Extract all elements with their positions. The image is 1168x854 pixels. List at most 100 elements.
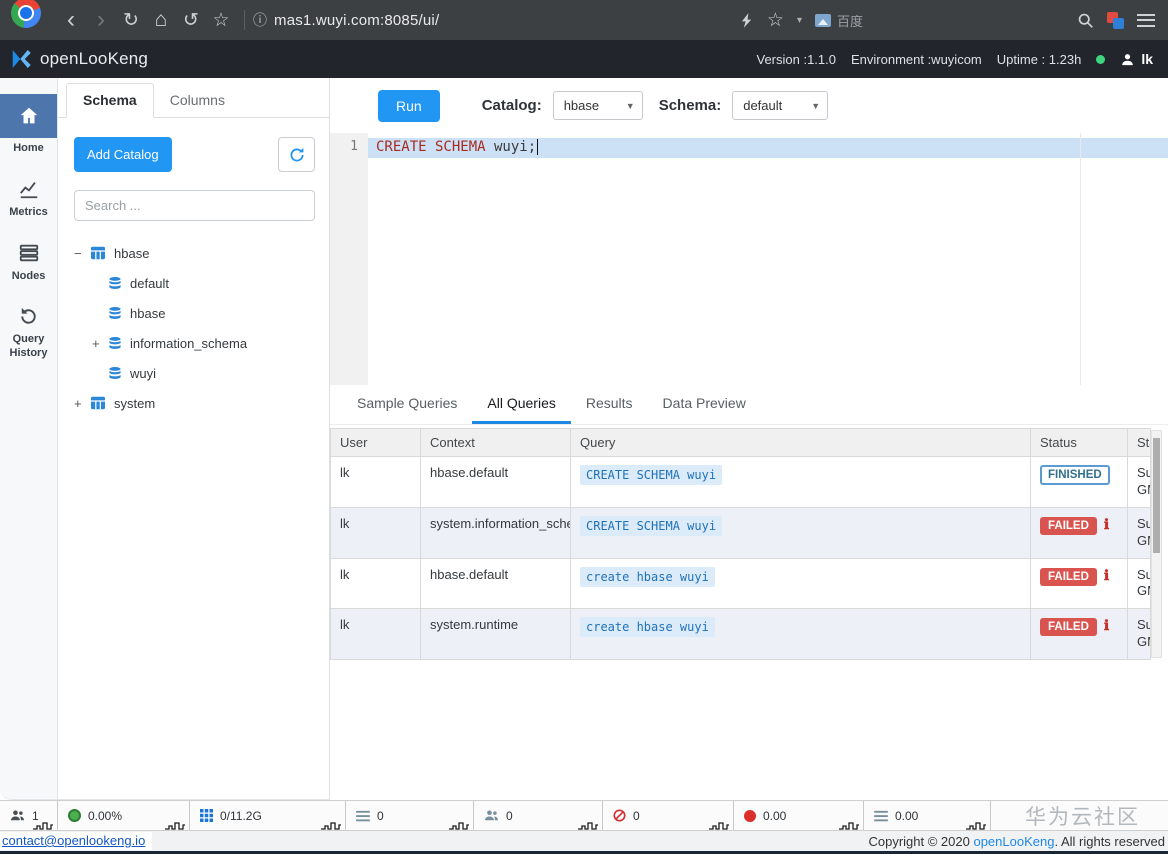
table-row: lk hbase.default create hbase wuyi FAILE… xyxy=(330,557,1151,610)
users-icon xyxy=(485,810,498,821)
schema-icon xyxy=(108,306,122,320)
undo-icon[interactable]: ↺ xyxy=(176,9,206,32)
tree-item-hbase[interactable]: − hbase xyxy=(58,238,329,268)
error-info-icon[interactable]: ℹ xyxy=(1104,516,1109,532)
run-button[interactable]: Run xyxy=(378,89,440,122)
back-icon[interactable]: ‹ xyxy=(56,8,86,32)
schema-select[interactable]: default ▼ xyxy=(732,91,829,120)
tree-item-system[interactable]: + system xyxy=(58,388,329,418)
sidebar-item-query-history[interactable]: Query History xyxy=(0,303,57,361)
scrollbar-thumb[interactable] xyxy=(1153,438,1160,553)
reload-icon[interactable]: ↻ xyxy=(116,9,146,32)
schema-panel-tabs: Schema Columns xyxy=(58,78,329,118)
line-number: 1 xyxy=(350,139,358,154)
user-menu[interactable]: lk xyxy=(1120,51,1153,67)
baidu-extension[interactable]: 百度 xyxy=(814,11,863,30)
sidebar-item-metrics[interactable]: Metrics xyxy=(0,176,57,220)
tab-data-preview[interactable]: Data Preview xyxy=(648,385,761,424)
menu-icon[interactable] xyxy=(1137,13,1155,27)
sql-editor[interactable]: 1 CREATE SCHEMA wuyi; xyxy=(330,133,1168,385)
query-text[interactable]: create hbase wuyi xyxy=(580,566,715,587)
metrics-icon xyxy=(19,181,37,198)
metric-sessions: 0 xyxy=(474,801,603,830)
table-row: lk system.information_schem CREATE SCHEM… xyxy=(330,506,1151,559)
table-scrollbar[interactable] xyxy=(1151,430,1162,658)
sparkline-icon xyxy=(165,822,185,830)
page-info-icon[interactable]: ⓘ xyxy=(253,10,267,30)
schema-panel: Schema Columns Add Catalog − hbase xyxy=(58,78,329,799)
tab-all-queries[interactable]: All Queries xyxy=(472,385,571,424)
home-nav-icon[interactable]: ⌂ xyxy=(146,8,176,32)
tree-item-hbase-schema[interactable]: hbase xyxy=(58,298,329,328)
sparkline-icon xyxy=(839,822,859,830)
queries-table: User Context Query Status Sta lk hbase.d… xyxy=(330,428,1151,661)
search-icon[interactable] xyxy=(1077,12,1094,29)
sparkline-icon xyxy=(321,822,341,830)
bookmark-star-icon[interactable]: ☆ xyxy=(206,9,236,32)
status-badge: FINISHED xyxy=(1040,465,1110,485)
schema-icon xyxy=(108,366,122,380)
translate-extension-icon[interactable] xyxy=(1107,11,1124,29)
col-context: Context xyxy=(420,428,571,457)
table-header-row: User Context Query Status Sta xyxy=(330,428,1151,457)
tab-sample-queries[interactable]: Sample Queries xyxy=(342,385,472,424)
tab-columns[interactable]: Columns xyxy=(154,84,241,117)
favorite-star-icon[interactable]: ☆ xyxy=(767,9,784,32)
screen: ‹ › ↻ ⌂ ↺ ☆ ⓘ mas1.wuyi.com:8085/ui/ ☆ ▾… xyxy=(0,0,1168,854)
chrome-logo-icon xyxy=(11,0,41,28)
col-query: Query xyxy=(570,428,1031,457)
editor-gutter: 1 xyxy=(330,133,368,385)
status-badge: FAILED xyxy=(1040,618,1097,637)
tree-item-default[interactable]: default xyxy=(58,268,329,298)
tab-schema[interactable]: Schema xyxy=(66,83,154,118)
contact-link[interactable]: contact@openlookeng.io xyxy=(0,832,153,850)
tree-item-wuyi[interactable]: wuyi xyxy=(58,358,329,388)
error-info-icon[interactable]: ℹ xyxy=(1104,617,1109,633)
failed-dot-icon xyxy=(744,809,756,822)
sparkline-icon xyxy=(966,822,986,830)
chevron-down-icon[interactable]: ▾ xyxy=(797,15,802,26)
query-text[interactable]: CREATE SCHEMA wuyi xyxy=(580,465,723,485)
time-cell: SunGM xyxy=(1127,506,1151,559)
openlookeng-logo: openLooKeng xyxy=(9,47,148,71)
error-info-icon[interactable]: ℹ xyxy=(1104,567,1109,583)
sparkline-icon xyxy=(449,822,469,830)
context-cell: hbase.default xyxy=(420,557,571,610)
expand-icon[interactable]: + xyxy=(92,336,108,351)
environment-text: Environment :wuyicom xyxy=(850,51,982,67)
uptime-text: Uptime : 1.23h xyxy=(996,51,1082,67)
catalog-icon xyxy=(90,246,106,260)
refresh-button[interactable] xyxy=(278,137,315,172)
flash-icon[interactable] xyxy=(741,12,754,29)
add-catalog-button[interactable]: Add Catalog xyxy=(74,137,172,172)
tree-item-information-schema[interactable]: + information_schema xyxy=(58,328,329,358)
expand-icon[interactable]: + xyxy=(74,396,90,411)
menu-lines-icon xyxy=(874,810,888,821)
tab-results[interactable]: Results xyxy=(571,385,648,424)
sidebar-item-home[interactable]: Home xyxy=(0,94,57,156)
metric-workers: 1 xyxy=(0,801,58,830)
query-text[interactable]: CREATE SCHEMA wuyi xyxy=(580,515,723,536)
forward-icon[interactable]: › xyxy=(86,8,116,32)
results-tab-bar: Sample Queries All Queries Results Data … xyxy=(330,385,1168,425)
refresh-icon xyxy=(289,147,304,161)
text-cursor xyxy=(537,139,539,155)
query-text[interactable]: create hbase wuyi xyxy=(580,617,715,638)
table-row: lk hbase.default CREATE SCHEMA wuyi FINI… xyxy=(330,456,1151,508)
metric-memory: 0/11.2G xyxy=(190,801,346,830)
chevron-down-icon: ▼ xyxy=(625,100,635,111)
time-cell: SunGM xyxy=(1127,456,1151,508)
catalog-select[interactable]: hbase ▼ xyxy=(552,91,643,120)
user-cell: lk xyxy=(330,608,421,661)
sidebar-item-nodes[interactable]: Nodes xyxy=(0,240,57,284)
collapse-icon[interactable]: − xyxy=(74,246,90,261)
brand-link[interactable]: openLooKeng xyxy=(973,834,1054,849)
address-bar[interactable]: mas1.wuyi.com:8085/ui/ xyxy=(274,12,439,29)
left-panel: Home Metrics Nodes Query History Schema … xyxy=(0,78,330,800)
chevron-down-icon: ▼ xyxy=(811,100,821,111)
catalog-tree: − hbase default hbase + information_sche… xyxy=(58,238,329,418)
divider xyxy=(244,10,245,30)
schema-icon xyxy=(108,276,122,290)
search-input[interactable] xyxy=(74,190,315,221)
status-badge: FAILED xyxy=(1040,516,1097,535)
